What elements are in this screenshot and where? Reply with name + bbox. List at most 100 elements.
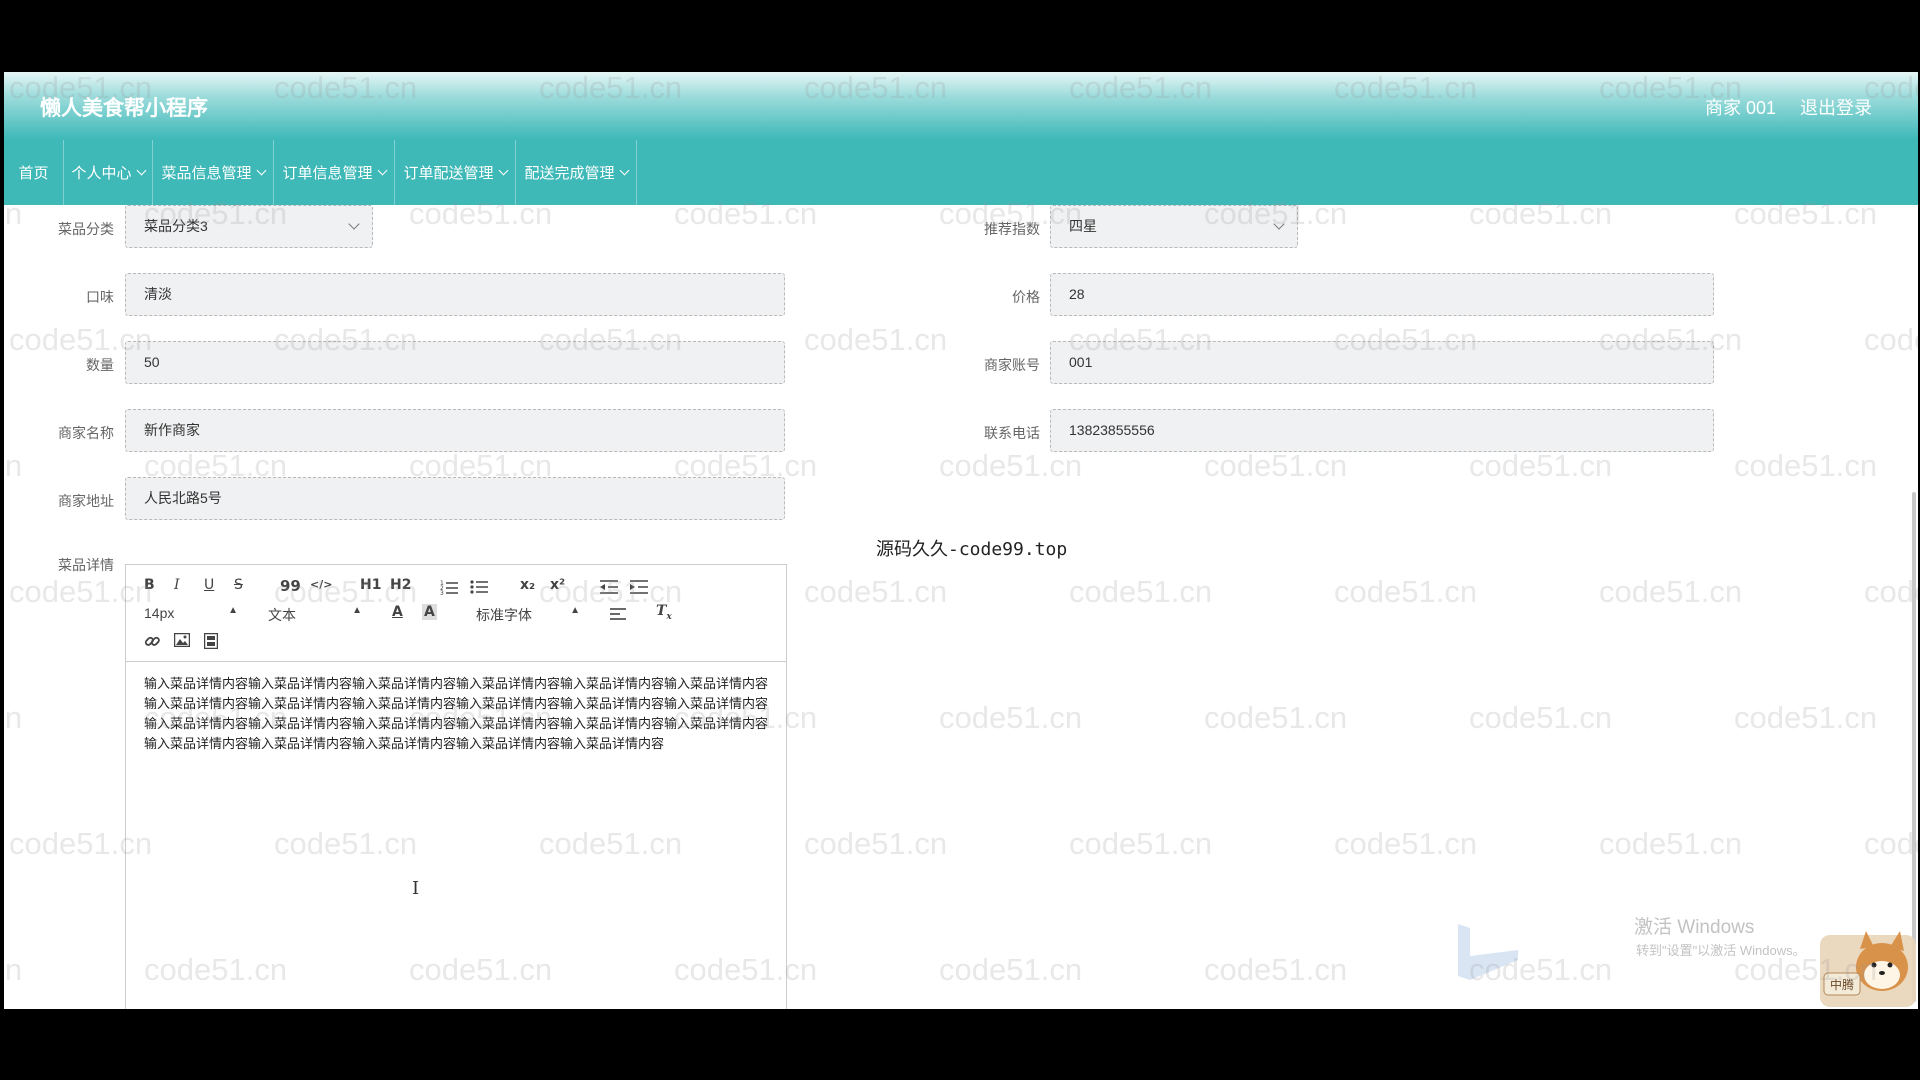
superscript-button[interactable]: x² [550, 577, 565, 593]
merchant-name-value: 新作商家 [144, 422, 200, 438]
promo-text: 源码久久-code99.top [876, 539, 1068, 560]
outdent-icon[interactable] [600, 579, 618, 595]
app-screen: 懒人美食帮小程序 商家 001 退出登录 首页 个人中心 菜品信息管理 订单信息… [4, 72, 1918, 1009]
ordered-list-icon[interactable]: 123 [440, 579, 458, 595]
watermark-text: code51.cn [1334, 826, 1478, 861]
nav-item-dish-info[interactable]: 菜品信息管理 [153, 140, 274, 205]
watermark-text: code51.cn [4, 952, 23, 987]
taste-value: 清淡 [144, 286, 172, 302]
nav-item-label: 配送完成管理 [524, 165, 615, 182]
watermark-text: code51.cn [4, 448, 23, 483]
font-family-value: 标准字体 [476, 607, 532, 623]
watermark-text: code51.cn [4, 700, 23, 735]
chevron-down-icon [136, 165, 146, 176]
category-select[interactable]: 菜品分类3 [125, 205, 373, 248]
bold-button[interactable]: B [144, 577, 155, 593]
watermark-text: code51.cn [1069, 574, 1213, 609]
clear-format-icon[interactable]: Tx [656, 603, 672, 622]
quantity-value: 50 [144, 354, 160, 370]
category-label: 菜品分类 [58, 221, 114, 237]
rating-label: 推荐指数 [984, 221, 1040, 237]
heading1-button[interactable]: H1 [360, 577, 381, 593]
watermark-text: code51.cn [804, 826, 948, 861]
paragraph-format-select[interactable]: 文本 ▲ [268, 605, 362, 623]
nav-item-personal-center[interactable]: 个人中心 [64, 140, 153, 205]
price-value: 28 [1069, 286, 1085, 302]
main-nav: 首页 个人中心 菜品信息管理 订单信息管理 订单配送管理 配送完成管理 [4, 140, 1918, 205]
chevron-down-icon [377, 165, 387, 176]
text-cursor-icon: I [412, 878, 420, 899]
address-label: 商家地址 [58, 493, 114, 509]
watermark-text: code51.cn [804, 322, 948, 357]
windows-logo-icon [1458, 924, 1518, 980]
address-input[interactable]: 人民北路5号 [125, 477, 785, 520]
merchant-account-input[interactable]: 001 [1050, 341, 1714, 384]
heading2-button[interactable]: H2 [390, 577, 411, 593]
taste-input[interactable]: 清淡 [125, 273, 785, 316]
nav-item-delivery-complete[interactable]: 配送完成管理 [516, 140, 637, 205]
chevron-down-icon [498, 165, 508, 176]
font-size-value: 14px [144, 605, 175, 621]
watermark-text: code51.cn [1204, 448, 1348, 483]
watermark-text: code51.cn [1469, 700, 1613, 735]
watermark-text: code51.cn [1599, 826, 1743, 861]
editor-content-area[interactable]: 输入菜品详情内容输入菜品详情内容输入菜品详情内容输入菜品详情内容输入菜品详情内容… [126, 662, 786, 766]
watermark-text: code51.cn [804, 574, 948, 609]
current-user-label: 商家 001 [1704, 98, 1776, 118]
nav-item-label: 个人中心 [71, 165, 132, 182]
nav-item-order-info[interactable]: 订单信息管理 [274, 140, 395, 205]
phone-input[interactable]: 13823855556 [1050, 409, 1714, 452]
logout-link[interactable]: 退出登录 [1800, 94, 1872, 120]
address-value: 人民北路5号 [144, 490, 222, 506]
chevron-down-icon [256, 165, 266, 176]
quantity-label: 数量 [86, 357, 114, 373]
watermark-text: code51.cn [1204, 700, 1348, 735]
phone-label: 联系电话 [984, 425, 1040, 441]
price-input[interactable]: 28 [1050, 273, 1714, 316]
nav-item-home[interactable]: 首页 [4, 140, 64, 205]
phone-value: 13823855556 [1069, 422, 1155, 438]
subscript-button[interactable]: x₂ [520, 577, 535, 593]
video-icon[interactable] [204, 633, 218, 649]
italic-button[interactable]: I [174, 577, 180, 593]
code-block-button[interactable]: </> [310, 578, 332, 591]
nav-item-label: 订单信息管理 [282, 165, 373, 182]
editor-toolbar: B I U S 99 </> H1 H2 123 x₂ x² 14px ▲ 文本… [126, 565, 786, 662]
rating-select[interactable]: 四星 [1050, 205, 1298, 248]
watermark-text: code51.cn [1734, 448, 1878, 483]
blockquote-button[interactable]: 99 [280, 577, 301, 595]
link-icon[interactable] [144, 633, 160, 649]
chevron-down-icon [1273, 218, 1285, 230]
font-family-select[interactable]: 标准字体 ▲ [476, 605, 580, 623]
indent-icon[interactable] [630, 579, 648, 595]
watermark-text: code51.cn [1864, 322, 1918, 357]
chevron-down-icon [348, 218, 360, 230]
align-icon[interactable] [610, 607, 626, 621]
quantity-input[interactable]: 50 [125, 341, 785, 384]
font-color-icon[interactable]: A [392, 604, 403, 620]
category-value: 菜品分类3 [144, 218, 208, 234]
merchant-name-input[interactable]: 新作商家 [125, 409, 785, 452]
underline-button[interactable]: U [204, 577, 214, 593]
rating-value: 四星 [1069, 218, 1097, 234]
watermark-text: code51.cn [939, 700, 1083, 735]
merchant-account-value: 001 [1069, 354, 1093, 370]
nav-item-label: 订单配送管理 [403, 165, 494, 182]
image-icon[interactable] [174, 633, 190, 647]
background-color-icon[interactable]: A [422, 604, 437, 620]
watermark-text: code51.cn [1334, 574, 1478, 609]
windows-activation-title: 激活 Windows [1634, 917, 1755, 938]
nav-item-order-delivery[interactable]: 订单配送管理 [395, 140, 516, 205]
page-scrollbar[interactable] [1912, 492, 1916, 1002]
strikethrough-button[interactable]: S [234, 577, 243, 593]
watermark-text: code51.cn [939, 952, 1083, 987]
watermark-text: code51.cn [1864, 826, 1918, 861]
top-header: 懒人美食帮小程序 商家 001 退出登录 [4, 72, 1918, 140]
nav-item-label: 菜品信息管理 [161, 165, 252, 182]
windows-activation-subtitle: 转到"设置"以激活 Windows。 [1636, 943, 1806, 958]
font-size-select[interactable]: 14px ▲ [144, 605, 238, 623]
nav-item-label: 首页 [18, 165, 49, 182]
price-label: 价格 [1012, 289, 1040, 305]
bullet-list-icon[interactable] [470, 579, 488, 595]
merchant-name-label: 商家名称 [58, 425, 114, 441]
